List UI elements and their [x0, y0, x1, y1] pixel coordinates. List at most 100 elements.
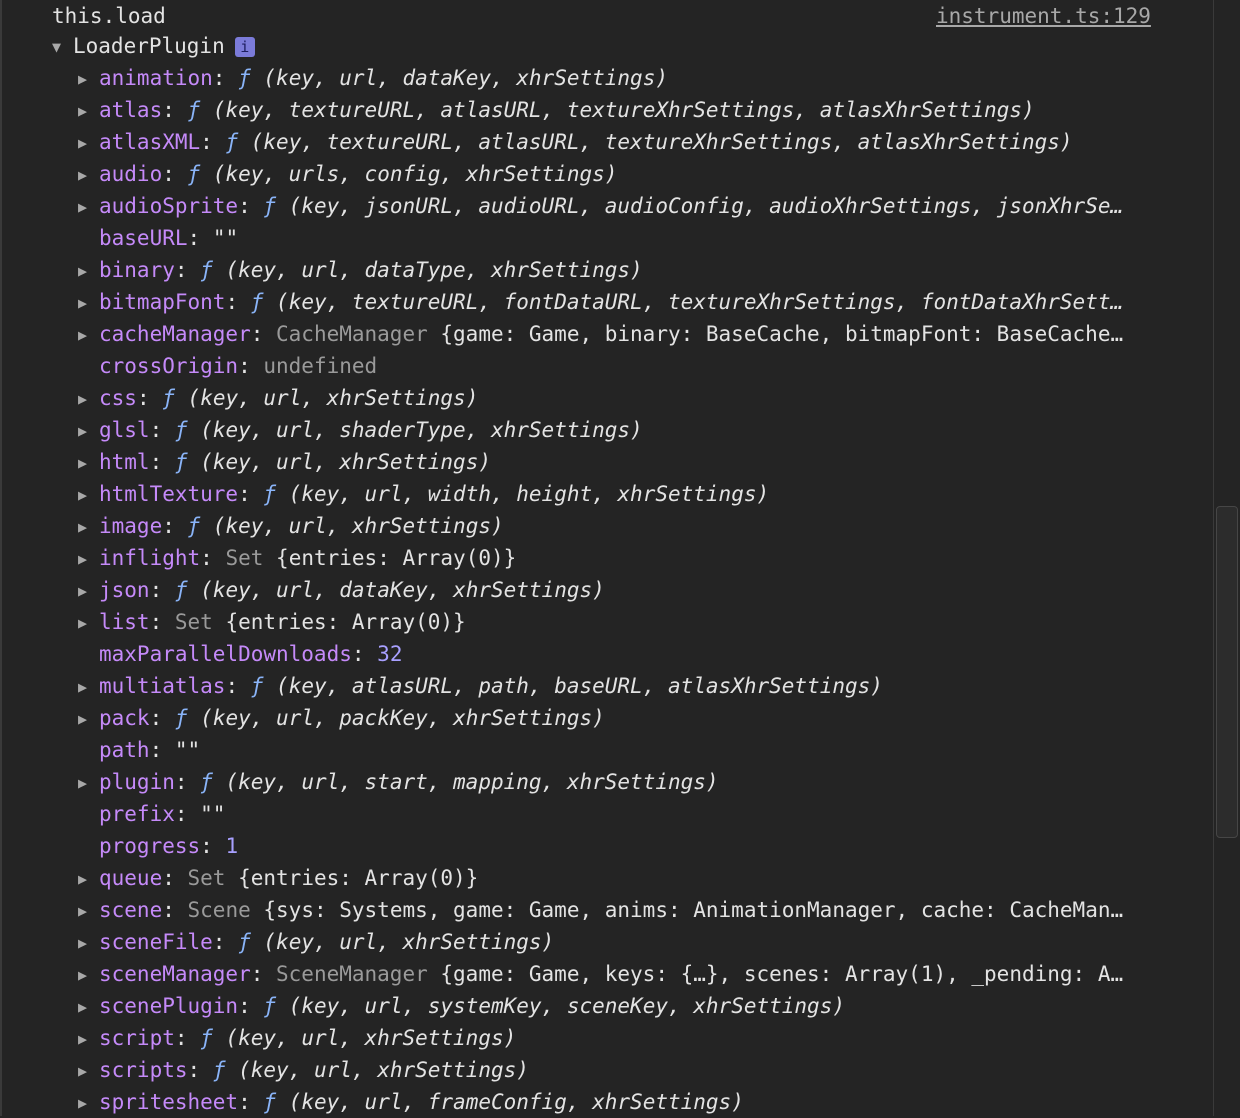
function-icon: ƒ: [225, 130, 239, 154]
property-row[interactable]: ▶ scene: Scene {sys: Systems, game: Game,…: [78, 894, 1172, 926]
property-row[interactable]: ▶ audio: ƒ (key, urls, config, xhrSetting…: [78, 158, 1172, 190]
expand-arrow-icon[interactable]: ▶: [78, 287, 99, 318]
property-row[interactable]: ▶ atlasXML: ƒ (key, textureURL, atlasURL,…: [78, 126, 1172, 158]
property-row[interactable]: ▶ multiatlas: ƒ (key, atlasURL, path, bas…: [78, 670, 1172, 702]
property-row[interactable]: ▶ css: ƒ (key, url, xhrSettings): [78, 382, 1172, 414]
property-value: (key, jsonURL, audioURL, audioConfig, au…: [288, 194, 1124, 218]
expand-arrow-icon[interactable]: ▶: [78, 159, 99, 190]
property-value: {entries: Array(0)}: [276, 546, 517, 570]
property-key: maxParallelDownloads: [99, 642, 352, 666]
expand-arrow-icon[interactable]: ▶: [78, 255, 99, 286]
expand-arrow-icon[interactable]: ▶: [78, 543, 99, 574]
expand-arrow-icon[interactable]: ▶: [78, 959, 99, 990]
property-key: sceneManager: [99, 962, 251, 986]
property-row[interactable]: ▶ htmlTexture: ƒ (key, url, width, height…: [78, 478, 1172, 510]
expand-arrow-icon[interactable]: ▶: [78, 415, 99, 446]
function-icon: ƒ: [162, 386, 175, 410]
expand-arrow-icon[interactable]: ▶: [78, 863, 99, 894]
property-row[interactable]: ▶ spritesheet: ƒ (key, url, frameConfig, …: [78, 1086, 1172, 1118]
expand-arrow-icon[interactable]: ▶: [78, 479, 99, 510]
property-value: (key, url, dataKey, xhrSettings): [263, 66, 668, 90]
property-row[interactable]: ▶ atlas: ƒ (key, textureURL, atlasURL, te…: [78, 94, 1172, 126]
property-row[interactable]: ▶ binary: ƒ (key, url, dataType, xhrSetti…: [78, 254, 1172, 286]
property-row[interactable]: ▶ inflight: Set {entries: Array(0)}: [78, 542, 1172, 574]
function-icon: ƒ: [200, 1026, 213, 1050]
property-row[interactable]: ▶ json: ƒ (key, url, dataKey, xhrSettings…: [78, 574, 1172, 606]
object-root-label: LoaderPlugin: [73, 34, 225, 58]
property-row[interactable]: ▶ bitmapFont: ƒ (key, textureURL, fontDat…: [78, 286, 1172, 318]
property-value: "": [174, 738, 201, 762]
property-row[interactable]: ▶ pack: ƒ (key, url, packKey, xhrSettings…: [78, 702, 1172, 734]
property-row[interactable]: ▶ cacheManager: CacheManager {game: Game,…: [78, 318, 1172, 350]
expand-arrow-icon[interactable]: ▶: [78, 383, 99, 414]
property-row[interactable]: ▶ audioSprite: ƒ (key, jsonURL, audioURL,…: [78, 190, 1172, 222]
expand-arrow-icon[interactable]: ▶: [78, 95, 99, 126]
property-value: (key, url, frameConfig, xhrSettings): [288, 1090, 744, 1114]
function-icon: ƒ: [250, 674, 264, 698]
property-value: "": [200, 802, 226, 826]
function-icon: ƒ: [263, 194, 277, 218]
function-icon: ƒ: [200, 258, 213, 282]
object-root[interactable]: ▼ LoaderPlugin i: [52, 30, 255, 62]
property-value: (key, url, xhrSettings): [238, 1058, 529, 1082]
property-row[interactable]: ▶ sceneManager: SceneManager {game: Game,…: [78, 958, 1172, 990]
property-value: {sys: Systems, game: Game, anims: Animat…: [263, 898, 1124, 922]
property-row[interactable]: ▶ list: Set {entries: Array(0)}: [78, 606, 1172, 638]
property-key: list: [99, 610, 150, 634]
property-key: spritesheet: [99, 1090, 239, 1114]
expand-arrow-icon[interactable]: ▶: [78, 319, 99, 350]
property-value: (key, textureURL, atlasURL, textureXhrSe…: [212, 98, 1035, 122]
expand-arrow-icon[interactable]: ▶: [78, 575, 99, 606]
expand-arrow-icon[interactable]: ▶: [78, 991, 99, 1022]
property-key: html: [99, 450, 150, 474]
property-row[interactable]: ▶ image: ƒ (key, url, xhrSettings): [78, 510, 1172, 542]
scrollbar-thumb[interactable]: [1216, 506, 1238, 838]
property-key: image: [99, 514, 163, 538]
expand-arrow-icon[interactable]: ▶: [78, 895, 99, 926]
property-value: (key, url, xhrSettings): [263, 930, 555, 954]
expand-open-icon[interactable]: ▼: [52, 31, 73, 63]
expand-arrow-icon[interactable]: ▶: [78, 1087, 99, 1118]
property-key: animation: [99, 66, 213, 90]
property-row[interactable]: ▶ scripts: ƒ (key, url, xhrSettings): [78, 1054, 1172, 1086]
expand-arrow-icon[interactable]: ▶: [78, 671, 99, 702]
property-row[interactable]: ▶ scenePlugin: ƒ (key, url, systemKey, sc…: [78, 990, 1172, 1022]
expand-arrow-icon[interactable]: ▶: [78, 127, 99, 158]
property-value: {game: Game, keys: {…}, scenes: Array(1)…: [440, 962, 1124, 986]
expand-arrow-icon[interactable]: ▶: [78, 511, 99, 542]
expand-arrow-icon[interactable]: ▶: [78, 607, 99, 638]
property-value: (key, url, packKey, xhrSettings): [200, 706, 605, 730]
property-row[interactable]: ▶ plugin: ƒ (key, url, start, mapping, xh…: [78, 766, 1172, 798]
property-row[interactable]: ▶ glsl: ƒ (key, url, shaderType, xhrSetti…: [78, 414, 1172, 446]
function-icon: ƒ: [238, 930, 251, 954]
property-value: (key, atlasURL, path, baseURL, atlasXhrS…: [276, 674, 883, 698]
source-link[interactable]: instrument.ts:129: [936, 0, 1151, 32]
expand-arrow-icon[interactable]: ▶: [78, 63, 99, 94]
property-class-name: Set: [225, 546, 264, 570]
expand-arrow-icon[interactable]: ▶: [78, 703, 99, 734]
property-value: (key, url, start, mapping, xhrSettings): [225, 770, 719, 794]
property-row: baseURL: "": [99, 226, 239, 250]
info-icon[interactable]: i: [234, 37, 255, 57]
property-row[interactable]: ▶ script: ƒ (key, url, xhrSettings): [78, 1022, 1172, 1054]
property-row[interactable]: ▶ html: ƒ (key, url, xhrSettings): [78, 446, 1172, 478]
function-icon: ƒ: [187, 98, 201, 122]
property-value: 1: [225, 834, 239, 858]
property-row: crossOrigin: undefined: [99, 354, 378, 378]
expand-arrow-icon[interactable]: ▶: [78, 1023, 99, 1054]
scrollbar[interactable]: [1213, 0, 1240, 1116]
property-row[interactable]: ▶ queue: Set {entries: Array(0)}: [78, 862, 1172, 894]
property-value: (key, url, shaderType, xhrSettings): [200, 418, 643, 442]
expand-arrow-icon[interactable]: ▶: [78, 767, 99, 798]
property-row[interactable]: ▶ animation: ƒ (key, url, dataKey, xhrSet…: [78, 62, 1172, 94]
expand-arrow-icon[interactable]: ▶: [78, 927, 99, 958]
property-key: glsl: [99, 418, 150, 442]
function-icon: ƒ: [187, 514, 201, 538]
property-key: atlas: [99, 98, 163, 122]
property-class-name: CacheManager: [276, 322, 428, 346]
property-row[interactable]: ▶ sceneFile: ƒ (key, url, xhrSettings): [78, 926, 1172, 958]
expand-arrow-icon[interactable]: ▶: [78, 447, 99, 478]
expand-arrow-icon[interactable]: ▶: [78, 191, 99, 222]
expand-arrow-icon[interactable]: ▶: [78, 1055, 99, 1086]
property-class-name: Set: [174, 610, 213, 634]
